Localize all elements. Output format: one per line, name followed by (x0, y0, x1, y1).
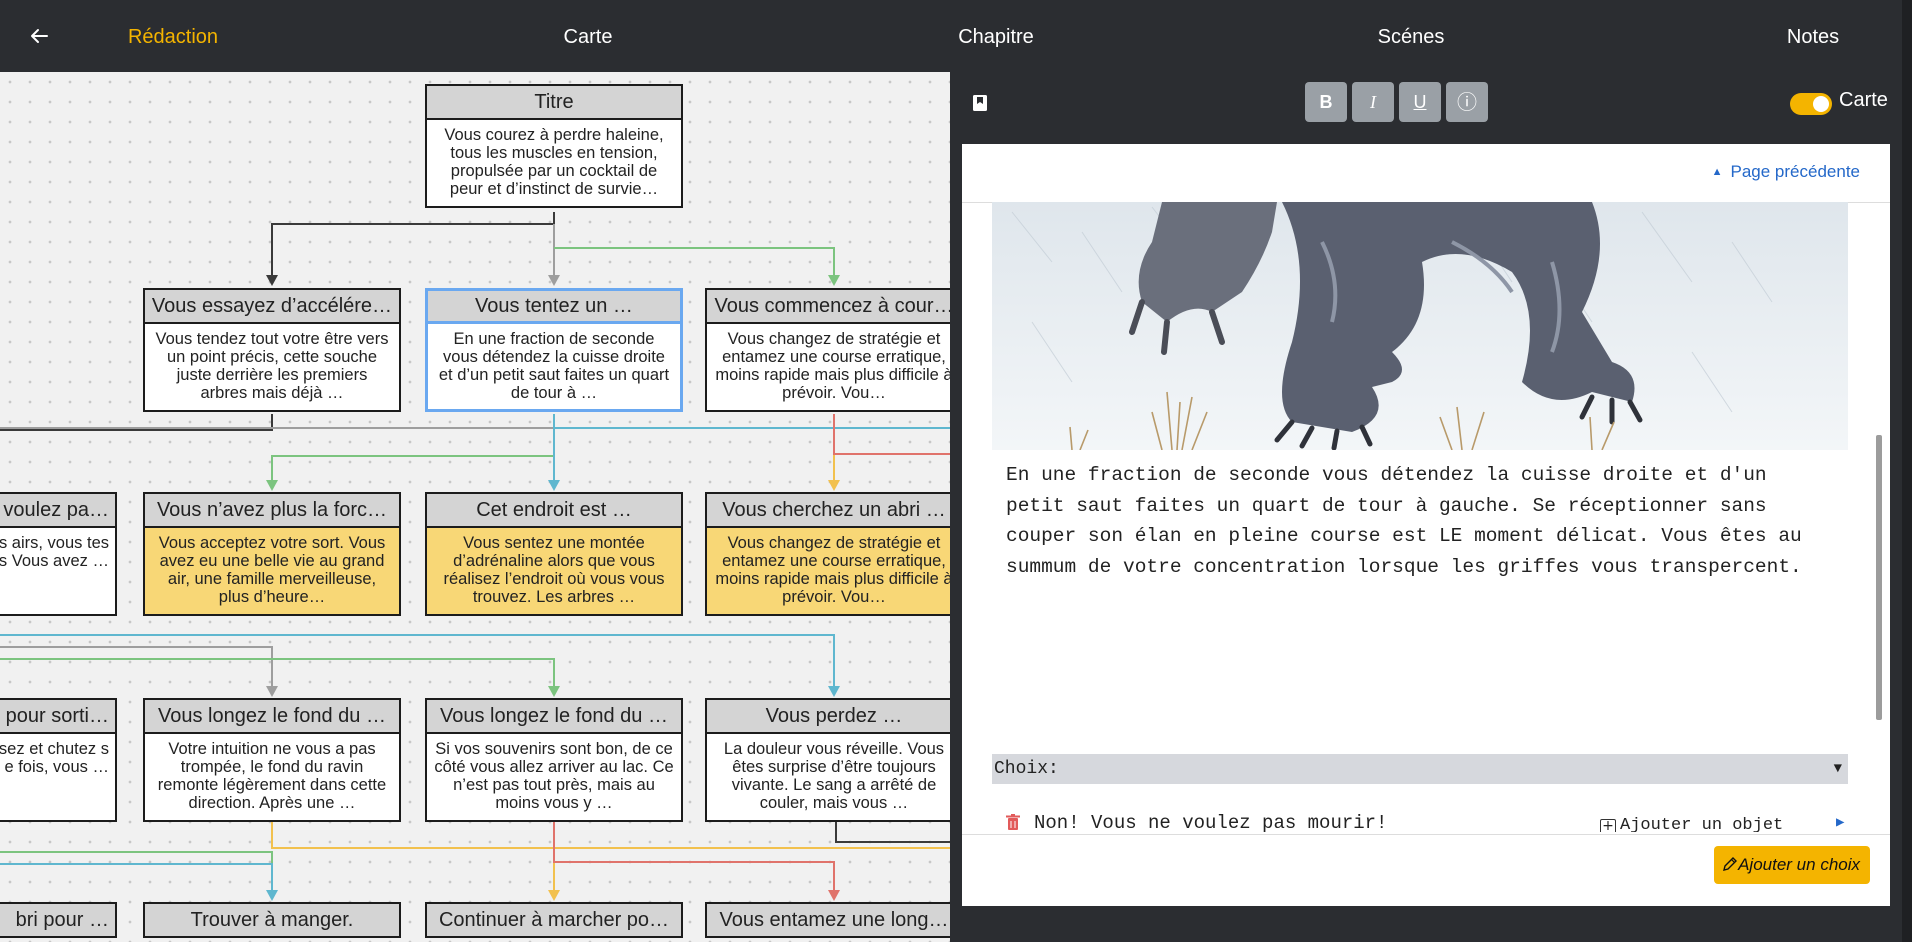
node-text: Vous courez à perdre haleine, tous les m… (425, 120, 683, 208)
map-node[interactable]: Vous n’avez plus la forc… Vous acceptez … (143, 492, 401, 616)
window-edge (1902, 0, 1912, 942)
map-node[interactable]: pour sorti… restimé vos ssez et chutez s… (0, 698, 117, 822)
map-node[interactable]: Vous cherchez un abri … Vous changez de … (705, 492, 950, 616)
map-node[interactable]: Vous essayez d’accélére… Vous tendez tou… (143, 288, 401, 412)
map-node[interactable]: voulez pa… ue vous êtes les airs, vous t… (0, 492, 117, 616)
tab-chapitre[interactable]: Chapitre (958, 0, 1034, 72)
node-title: Vous longez le fond du … (425, 698, 683, 734)
map-node-titre[interactable]: Titre Vous courez à perdre haleine, tous… (425, 84, 683, 208)
add-object-label: Ajouter un objet (1620, 816, 1784, 832)
node-text: Vous changez de stratégie et entamez une… (705, 528, 950, 616)
editor-pane: B I U ⓘ Carte ▲ Page précédente En une f… (950, 72, 1902, 942)
node-text: ue vous êtes les airs, vous tes les forc… (0, 528, 117, 616)
node-text: restimé vos ssez et chutez s avant de e … (0, 734, 117, 822)
node-title: Vous commencez à cour… (705, 288, 950, 324)
node-title: Titre (425, 84, 683, 120)
pencil-icon (1723, 857, 1738, 871)
page-editor-footer: Ajouter un choix (962, 834, 1890, 907)
add-choice-button[interactable]: Ajouter un choix (1714, 846, 1870, 884)
node-text: La douleur vous réveille. Vous êtes surp… (705, 734, 950, 822)
tab-scenes[interactable]: Scénes (1378, 0, 1445, 72)
choices-header[interactable]: Choix: ▼ (992, 754, 1848, 784)
node-title: Vous entamez une long… (705, 902, 950, 938)
node-title: Vous longez le fond du … (143, 698, 401, 734)
edge-arrow (266, 275, 278, 286)
previous-page-bar: ▲ Page précédente (962, 144, 1890, 203)
add-object-button[interactable]: + Ajouter un objet (1600, 811, 1783, 832)
map-node[interactable]: Vous longez le fond du … Votre intuition… (143, 698, 401, 822)
map-node[interactable]: Continuer à marcher po… (425, 902, 683, 938)
story-map[interactable]: Titre Vous courez à perdre haleine, tous… (0, 72, 950, 942)
tab-carte[interactable]: Carte (564, 0, 613, 72)
previous-page-label: Page précédente (1730, 162, 1861, 181)
node-title: Vous n’avez plus la forc… (143, 492, 401, 528)
map-node[interactable]: Trouver à manger. (143, 902, 401, 938)
page-illustration (992, 202, 1848, 450)
node-title: Trouver à manger. (143, 902, 401, 938)
node-title: bri pour … (0, 902, 117, 938)
top-navigation-bar: Rédaction Carte Chapitre Scénes Notes (0, 0, 1902, 72)
tab-redaction[interactable]: Rédaction (128, 0, 218, 72)
info-button[interactable]: ⓘ (1446, 82, 1488, 122)
node-title: Cet endroit est … (425, 492, 683, 528)
map-toggle[interactable] (1790, 93, 1832, 115)
node-text: En une fraction de seconde vous détendez… (425, 324, 683, 412)
node-title: Vous essayez d’accélére… (143, 288, 401, 324)
map-node-selected[interactable]: Vous tentez un … En une fraction de seco… (425, 288, 683, 412)
node-title: pour sorti… (0, 698, 117, 734)
map-node[interactable]: Vous commencez à cour… Vous changez de s… (705, 288, 950, 412)
bookmark-icon[interactable] (972, 94, 988, 112)
map-node[interactable]: Vous entamez une long… (705, 902, 950, 938)
node-text: Vous changez de stratégie et entamez une… (705, 324, 950, 412)
node-text: Si vos souvenirs sont bon, de ce côté vo… (425, 734, 683, 822)
choice-row: Non! Vous ne voulez pas mourir! + Ajouter… (1006, 808, 1856, 832)
scrollbar-thumb[interactable] (1876, 435, 1882, 720)
add-choice-label: Ajouter un choix (1738, 855, 1860, 874)
node-text: Vous sentez une montée d’adrénaline alor… (425, 528, 683, 616)
node-title: Vous cherchez un abri … (705, 492, 950, 528)
previous-page-link[interactable]: ▲ Page précédente (1712, 162, 1860, 182)
node-title: Vous perdez … (705, 698, 950, 734)
story-text[interactable]: En une fraction de seconde vous détendez… (1006, 460, 1836, 582)
choice-text[interactable]: Non! Vous ne voulez pas mourir! (1034, 808, 1387, 832)
node-text: Vous acceptez votre sort. Vous avez eu u… (143, 528, 401, 616)
underline-button[interactable]: U (1399, 82, 1441, 122)
map-toggle-label: Carte (1839, 89, 1888, 111)
caret-right-icon[interactable]: ▶ (1836, 808, 1844, 832)
triangle-up-icon: ▲ (1711, 166, 1723, 178)
node-title: voulez pa… (0, 492, 117, 528)
map-node[interactable]: Vous longez le fond du … Si vos souvenir… (425, 698, 683, 822)
bold-button[interactable]: B (1305, 82, 1347, 122)
map-node[interactable]: Cet endroit est … Vous sentez une montée… (425, 492, 683, 616)
caret-down-icon[interactable]: ▼ (1834, 754, 1842, 784)
node-title: Continuer à marcher po… (425, 902, 683, 938)
trash-icon[interactable] (1006, 814, 1020, 831)
toggle-knob (1813, 96, 1829, 112)
page-editor: ▲ Page précédente En une fraction de sec… (962, 144, 1890, 906)
node-text: Votre intuition ne vous a pas trompée, l… (143, 734, 401, 822)
map-node[interactable]: bri pour … (0, 902, 117, 938)
choices-label: Choix: (994, 759, 1059, 779)
map-node[interactable]: Vous perdez … La douleur vous réveille. … (705, 698, 950, 822)
node-text: Vous tendez tout votre être vers un poin… (143, 324, 401, 412)
node-title: Vous tentez un … (425, 288, 683, 324)
plus-square-icon: + (1600, 819, 1616, 832)
italic-button[interactable]: I (1352, 82, 1394, 122)
tab-notes[interactable]: Notes (1787, 0, 1839, 72)
page-content[interactable]: En une fraction de seconde vous détendez… (962, 202, 1890, 832)
arrow-left-icon[interactable] (26, 18, 54, 54)
